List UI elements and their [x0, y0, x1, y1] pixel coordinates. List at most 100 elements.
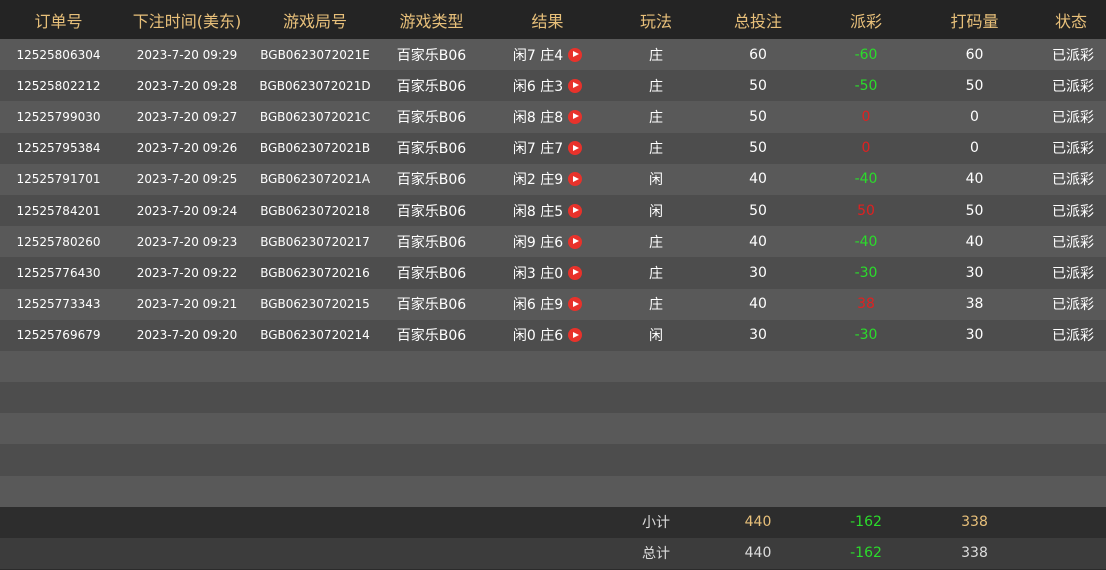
result-text: 闲6 庄3	[512, 78, 564, 95]
status-text: 已派彩	[1052, 109, 1094, 126]
play-circle-icon[interactable]	[568, 172, 583, 187]
subtotal-row: 小计 440 -162 338	[0, 506, 1106, 538]
status-text: 已派彩	[1052, 78, 1094, 95]
total-bet: 50	[749, 77, 767, 94]
order-no: 12525769679	[16, 328, 101, 343]
order-no: 12525806304	[16, 47, 101, 62]
play-circle-icon[interactable]	[568, 47, 583, 62]
play-circle-icon[interactable]	[568, 203, 583, 218]
total-bet: 50	[749, 202, 767, 219]
table-row: 12525799030 2023-7-20 09:27 BGB0623072021C…	[0, 101, 1106, 133]
payout: 0	[861, 108, 871, 125]
payout: -40	[854, 233, 878, 250]
game-type: 百家乐B06	[396, 328, 467, 345]
play: 庄	[649, 141, 663, 158]
payout: -60	[854, 46, 878, 63]
order-no: 12525799030	[16, 109, 101, 124]
game-type: 百家乐B06	[396, 203, 467, 220]
table-empty-rows	[0, 350, 1106, 507]
table-row: 12525802212 2023-7-20 09:28 BGB0623072021D…	[0, 70, 1106, 102]
play-circle-icon[interactable]	[568, 328, 583, 343]
empty-row	[0, 413, 1106, 445]
round-no: BGB0623072021E	[260, 47, 370, 62]
payout: 38	[857, 296, 875, 313]
result-text: 闲8 庄8	[512, 109, 564, 126]
play-circle-icon[interactable]	[568, 141, 583, 156]
order-no: 12525773343	[16, 297, 101, 312]
order-no: 12525791701	[16, 172, 101, 187]
round-no: BGB06230720214	[260, 328, 370, 343]
total-bet: 40	[749, 171, 767, 188]
code-amount: 60	[965, 46, 984, 63]
result-cell: 闲2 庄9	[490, 169, 605, 189]
column-header-payout: 派彩	[849, 11, 882, 31]
result-text: 闲3 庄0	[512, 265, 564, 282]
play: 庄	[649, 47, 663, 64]
payout: -50	[854, 77, 878, 94]
result-cell: 闲9 庄6	[490, 232, 605, 252]
column-header-status: 状态	[1054, 11, 1087, 31]
column-header-total-bet: 总投注	[733, 11, 782, 31]
status-text: 已派彩	[1052, 203, 1094, 220]
code-amount: 30	[965, 264, 984, 281]
round-no: BGB06230720218	[260, 203, 370, 218]
play-circle-icon[interactable]	[568, 78, 583, 93]
game-type: 百家乐B06	[396, 109, 467, 126]
result-cell: 闲8 庄8	[490, 107, 605, 127]
subtotal-code-amount: 338	[961, 514, 988, 531]
column-header-order-no: 订单号	[34, 11, 83, 31]
play-circle-icon[interactable]	[568, 234, 583, 249]
result-cell: 闲6 庄3	[490, 76, 605, 96]
play-circle-icon[interactable]	[568, 297, 583, 312]
column-header-result: 结果	[531, 11, 564, 31]
table-row: 12525776430 2023-7-20 09:22 BGB06230720216…	[0, 257, 1106, 289]
payout: -40	[854, 171, 878, 188]
table-row: 12525806304 2023-7-20 09:29 BGB0623072021E…	[0, 39, 1106, 71]
order-no: 12525780260	[16, 234, 101, 249]
bet-time: 2023-7-20 09:25	[136, 172, 238, 187]
round-no: BGB06230720217	[260, 234, 370, 249]
result-text: 闲0 庄6	[512, 328, 564, 345]
result-text: 闲9 庄6	[512, 234, 564, 251]
payout: 0	[861, 140, 871, 157]
subtotal-label: 小计	[642, 515, 670, 532]
status-text: 已派彩	[1052, 172, 1094, 189]
result-text: 闲8 庄5	[512, 203, 564, 220]
round-no: BGB0623072021A	[259, 172, 371, 187]
game-type: 百家乐B06	[396, 141, 467, 158]
result-cell: 闲7 庄4	[490, 45, 605, 65]
game-type: 百家乐B06	[396, 47, 467, 64]
table-row: 12525791701 2023-7-20 09:25 BGB0623072021A…	[0, 163, 1106, 195]
code-amount: 0	[970, 108, 979, 125]
result-text: 闲6 庄9	[512, 297, 564, 314]
column-header-code-amount: 打码量	[950, 11, 999, 31]
result-text: 闲7 庄7	[512, 141, 564, 158]
total-bet: 30	[749, 264, 767, 281]
play: 庄	[649, 78, 663, 95]
table-header: 订单号 下注时间(美东) 游戏局号 游戏类型 结果 玩法 总投注 派彩 打码量 …	[0, 0, 1106, 39]
round-no: BGB06230720215	[260, 297, 370, 312]
result-cell: 闲3 庄0	[490, 263, 605, 283]
bet-time: 2023-7-20 09:22	[136, 265, 238, 280]
table-body: 12525806304 2023-7-20 09:29 BGB0623072021E…	[0, 39, 1106, 351]
total-bet: 30	[749, 327, 767, 344]
bet-time: 2023-7-20 09:21	[136, 297, 238, 312]
play: 庄	[649, 234, 663, 251]
payout: 50	[857, 202, 875, 219]
code-amount: 40	[965, 233, 984, 250]
play-circle-icon[interactable]	[568, 109, 583, 124]
play-circle-icon[interactable]	[568, 265, 583, 280]
total-bet: 60	[749, 46, 767, 63]
column-header-game-type: 游戏类型	[399, 11, 464, 31]
bet-time: 2023-7-20 09:27	[136, 109, 238, 124]
bet-time: 2023-7-20 09:20	[136, 328, 238, 343]
total-code-amount: 338	[961, 545, 988, 562]
bet-time: 2023-7-20 09:29	[136, 47, 238, 62]
column-header-play: 玩法	[639, 11, 672, 31]
table-row: 12525769679 2023-7-20 09:20 BGB06230720214…	[0, 319, 1106, 351]
table-row: 12525780260 2023-7-20 09:23 BGB06230720217…	[0, 226, 1106, 258]
game-type: 百家乐B06	[396, 172, 467, 189]
round-no: BGB0623072021B	[259, 141, 371, 156]
total-bet: 50	[749, 108, 767, 125]
order-no: 12525802212	[16, 78, 101, 93]
